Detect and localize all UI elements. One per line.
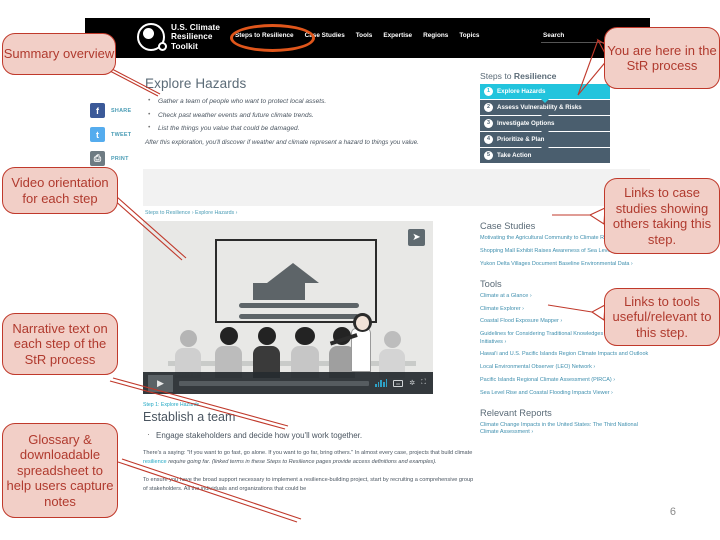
callout-text: Narrative text on each step of the StR p… <box>12 320 108 367</box>
page-number: 6 <box>669 506 676 518</box>
callout-text: Video orientation for each step <box>11 175 109 206</box>
callout-glossary: Glossary & downloadable spreadsheet to h… <box>2 423 118 518</box>
callout-text: Summary overview <box>3 46 115 62</box>
callout-summary-overview: Summary overview <box>2 33 116 75</box>
callout-links-tools: Links to tools useful/relevant to this s… <box>604 288 720 346</box>
callout-text: You are here in the StR process <box>607 42 717 74</box>
callout-you-are-here: You are here in the StR process <box>604 27 720 89</box>
callout-text: Links to tools useful/relevant to this s… <box>612 293 712 340</box>
callout-text: Glossary & downloadable spreadsheet to h… <box>6 431 114 509</box>
callout-narrative-text: Narrative text on each step of the StR p… <box>2 313 118 375</box>
callout-links-case-studies: Links to case studies showing others tak… <box>604 178 720 254</box>
callout-video-orientation: Video orientation for each step <box>2 167 118 214</box>
callout-text: Links to case studies showing others tak… <box>612 185 712 247</box>
